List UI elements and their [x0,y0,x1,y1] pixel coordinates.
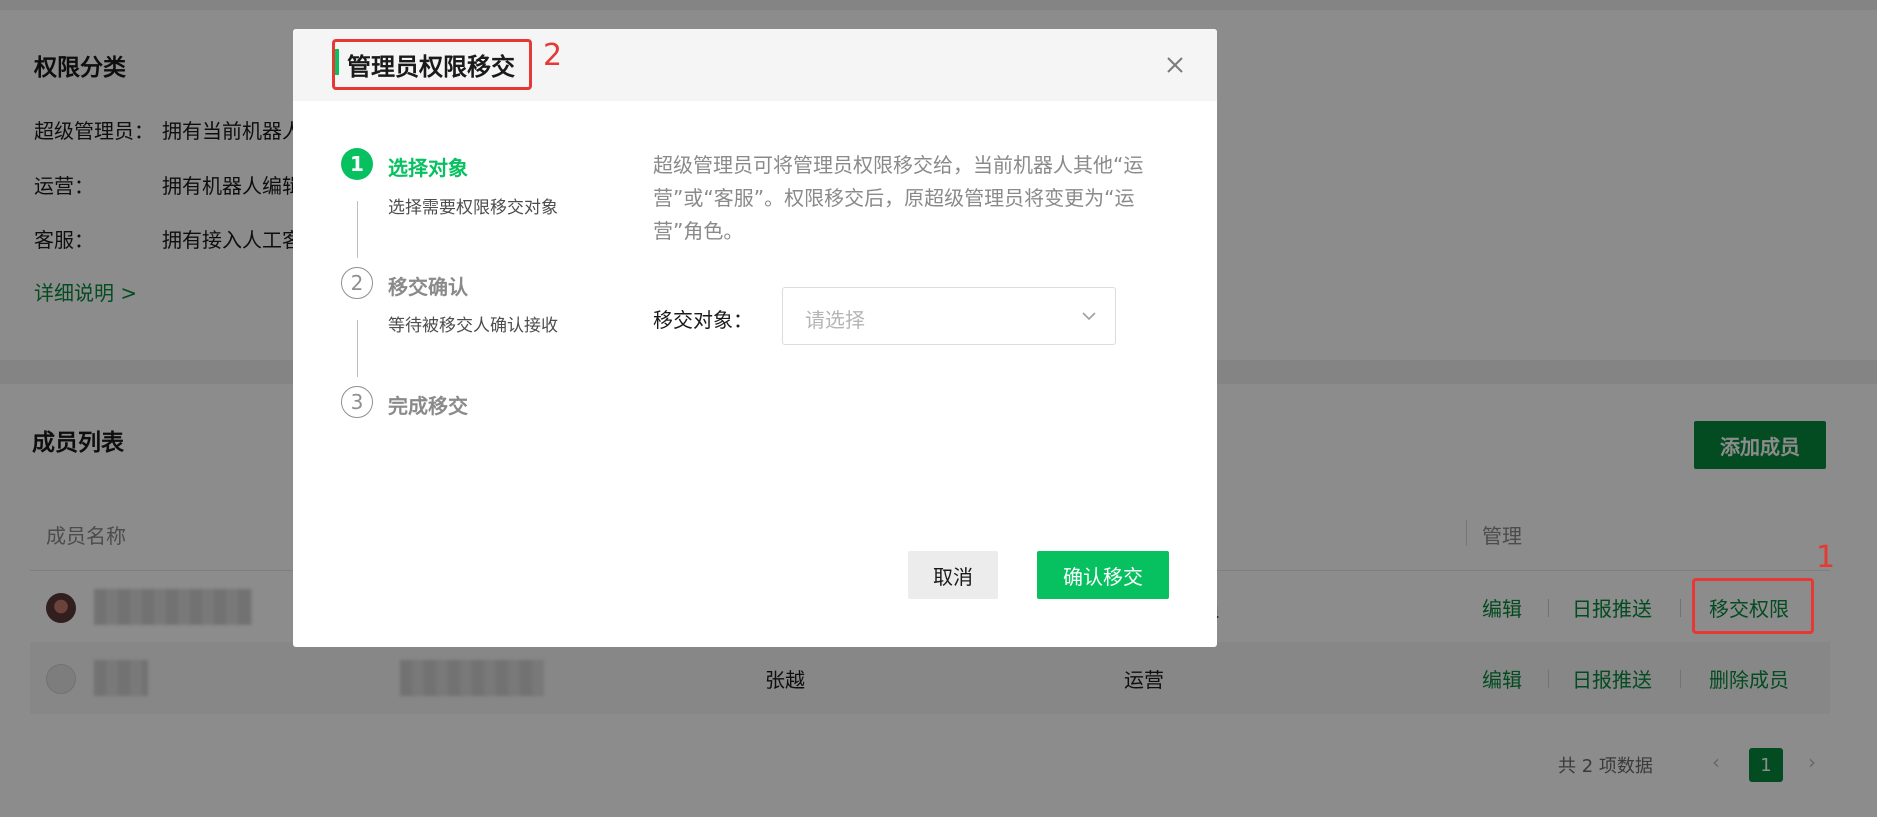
select-placeholder: 请选择 [805,308,865,332]
step-2-desc: 等待被移交人确认接收 [388,316,558,336]
step-2-title: 移交确认 [388,275,468,299]
cancel-button[interactable]: 取消 [908,551,998,599]
step-3-title: 完成移交 [388,394,468,418]
transfer-dialog: 管理员权限移交 1 选择对象 选择需要权限移交对象 2 移交确认 等待被移交人确… [293,29,1217,647]
annotation-box-2 [332,39,532,90]
dialog-description: 超级管理员可将管理员权限移交给，当前机器人其他“运营”或“客服”。权限移交后，原… [653,153,1144,243]
transfer-target-select[interactable]: 请选择 [782,287,1116,345]
step-1-title: 选择对象 [388,156,468,180]
annotation-box-1 [1692,578,1814,634]
step-connector [357,201,358,258]
transfer-target-label: 移交对象： [653,308,753,332]
step-2-icon: 2 [341,267,373,299]
step-1-desc: 选择需要权限移交对象 [388,198,558,218]
step-3-icon: 3 [341,386,373,418]
chevron-down-icon [1082,312,1096,321]
step-connector [357,320,358,377]
annotation-number-2: 2 [543,38,563,73]
annotation-number-1: 1 [1816,540,1836,575]
confirm-transfer-button[interactable]: 确认移交 [1037,551,1169,599]
step-1-icon: 1 [341,148,373,180]
close-icon[interactable] [1163,53,1187,77]
